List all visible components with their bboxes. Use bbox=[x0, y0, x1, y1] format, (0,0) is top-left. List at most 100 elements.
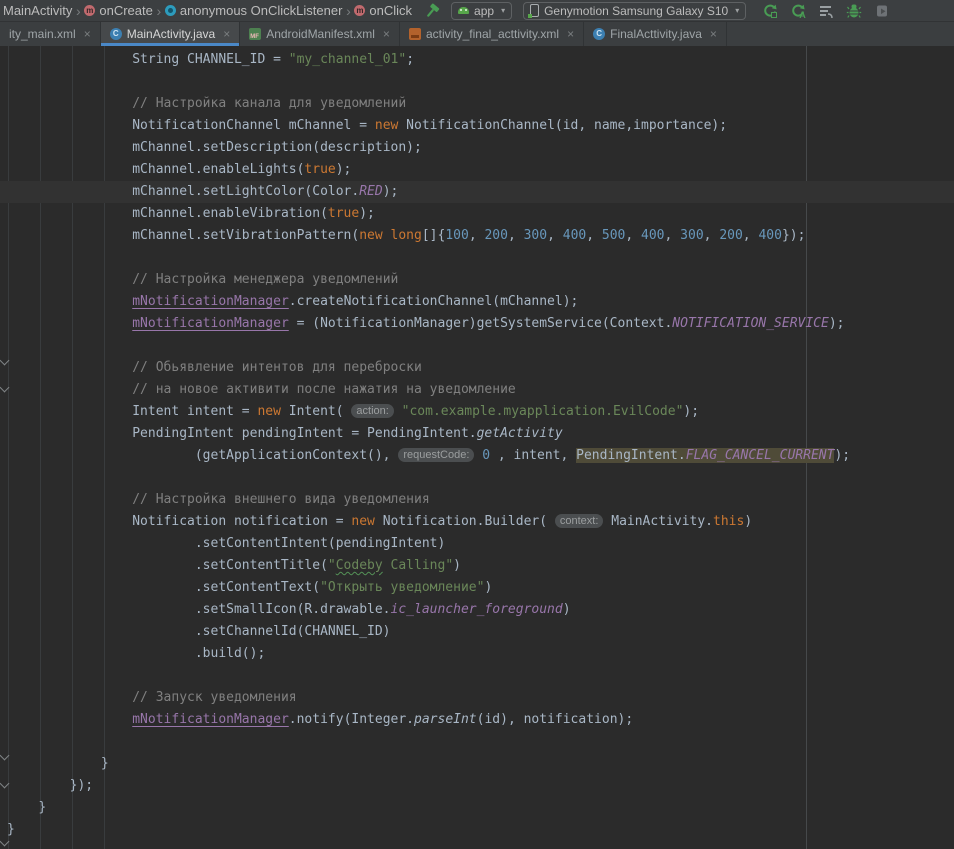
code-line[interactable]: mNotificationManager.createNotificationC… bbox=[0, 291, 954, 313]
code-token: , bbox=[547, 228, 563, 243]
code-token: NOTIFICATION_SERVICE bbox=[672, 316, 829, 331]
code-line[interactable]: .setContentTitle("Codeby Calling") bbox=[0, 555, 954, 577]
code-line[interactable]: // Настройка внешнего вида уведомления bbox=[0, 489, 954, 511]
code-line[interactable] bbox=[0, 467, 954, 489]
code-line[interactable]: String CHANNEL_ID = "my_channel_01"; bbox=[0, 49, 954, 71]
code-line[interactable]: mChannel.setDescription(description); bbox=[0, 137, 954, 159]
code-line[interactable]: } bbox=[0, 753, 954, 775]
code-line[interactable]: PendingIntent pendingIntent = PendingInt… bbox=[0, 423, 954, 445]
code-area[interactable]: String CHANNEL_ID = "my_channel_01"; // … bbox=[0, 49, 954, 841]
code-line[interactable]: Intent intent = new Intent( action: "com… bbox=[0, 401, 954, 423]
close-icon[interactable] bbox=[567, 27, 574, 41]
close-icon[interactable] bbox=[223, 27, 230, 41]
code-line[interactable]: mChannel.enableLights(true); bbox=[0, 159, 954, 181]
code-token: (getApplicationContext(), bbox=[195, 448, 399, 463]
code-token: 200 bbox=[484, 228, 507, 243]
code-token: FLAG_CANCEL_CURRENT bbox=[686, 448, 835, 463]
code-token: , bbox=[508, 228, 524, 243]
manifest-file-icon bbox=[249, 28, 261, 40]
code-line[interactable]: // на новое активити после нажатия на ув… bbox=[0, 379, 954, 401]
code-line[interactable]: mNotificationManager.notify(Integer.pars… bbox=[0, 709, 954, 731]
code-line[interactable] bbox=[0, 71, 954, 93]
apply-changes-icon[interactable] bbox=[762, 3, 778, 19]
code-token: // Настройка канала для уведомлений bbox=[132, 96, 406, 111]
build-hammer-icon[interactable] bbox=[424, 3, 440, 19]
code-token: }); bbox=[70, 778, 93, 793]
code-token: = (NotificationManager)getSystemService(… bbox=[289, 316, 673, 331]
code-token: mNotificationManager bbox=[132, 316, 289, 331]
code-token: Codeby bbox=[336, 558, 383, 573]
tab-activity-final-acttivity-xml[interactable]: activity_final_acttivity.xml bbox=[400, 22, 584, 46]
code-token bbox=[394, 404, 402, 419]
code-token: } bbox=[101, 756, 109, 771]
code-line[interactable]: Notification notification = new Notifica… bbox=[0, 511, 954, 533]
code-token: "my_channel_01" bbox=[289, 52, 406, 67]
breadcrumb-item-oncreate[interactable]: m onCreate bbox=[84, 3, 152, 18]
code-line[interactable] bbox=[0, 335, 954, 357]
breadcrumb-item-onclick[interactable]: m onClick bbox=[354, 3, 412, 18]
code-token: Intent intent = bbox=[132, 404, 257, 419]
code-line[interactable]: NotificationChannel mChannel = new Notif… bbox=[0, 115, 954, 137]
code-line[interactable]: } bbox=[0, 819, 954, 841]
code-token: ); bbox=[834, 448, 850, 463]
code-line[interactable]: .setSmallIcon(R.drawable.ic_launcher_for… bbox=[0, 599, 954, 621]
code-token: 200 bbox=[719, 228, 742, 243]
tab-activity-main-xml[interactable]: ity_main.xml bbox=[0, 22, 101, 46]
code-token: NotificationChannel(id, name,importance)… bbox=[398, 118, 727, 133]
breadcrumb-separator-icon bbox=[72, 3, 84, 19]
code-line[interactable]: .build(); bbox=[0, 643, 954, 665]
debug-icon[interactable] bbox=[846, 3, 862, 19]
tab-label: AndroidManifest.xml bbox=[266, 27, 375, 41]
code-line[interactable]: // Настройка канала для уведомлений bbox=[0, 93, 954, 115]
code-token: new bbox=[359, 228, 382, 243]
code-line[interactable]: mChannel.enableVibration(true); bbox=[0, 203, 954, 225]
close-icon[interactable] bbox=[84, 27, 91, 41]
code-token: // Настройка внешнего вида уведомления bbox=[132, 492, 429, 507]
code-token: ; bbox=[406, 52, 414, 67]
code-line[interactable] bbox=[0, 247, 954, 269]
code-token: // Запуск уведомления bbox=[132, 690, 296, 705]
tab-label: FinalActtivity.java bbox=[610, 27, 702, 41]
code-token: // Обьявление интентов для переброски bbox=[132, 360, 422, 375]
code-token: // Настройка менеджера уведомлений bbox=[132, 272, 398, 287]
code-line[interactable]: // Настройка менеджера уведомлений bbox=[0, 269, 954, 291]
code-line[interactable] bbox=[0, 665, 954, 687]
code-token: .setSmallIcon(R.drawable. bbox=[195, 602, 391, 617]
chevron-down-icon bbox=[735, 6, 739, 15]
code-line[interactable]: (getApplicationContext(), requestCode: 0… bbox=[0, 445, 954, 467]
code-token: new bbox=[351, 514, 374, 529]
tab-mainactivity-java[interactable]: MainActivity.java bbox=[101, 22, 241, 46]
close-icon[interactable] bbox=[710, 27, 717, 41]
code-line[interactable]: }); bbox=[0, 775, 954, 797]
code-line[interactable]: } bbox=[0, 797, 954, 819]
code-line[interactable]: .setContentText("Открыть уведомление") bbox=[0, 577, 954, 599]
code-line[interactable] bbox=[0, 731, 954, 753]
breadcrumb-item-anonymous-class[interactable]: anonymous OnClickListener bbox=[165, 3, 343, 18]
chevron-down-icon bbox=[501, 6, 505, 15]
breadcrumb-label: anonymous OnClickListener bbox=[180, 3, 343, 18]
code-token: , bbox=[469, 228, 485, 243]
attach-debugger-icon[interactable] bbox=[874, 3, 890, 19]
code-token: ) bbox=[484, 580, 492, 595]
code-token: "com.example.myapplication.EvilCode" bbox=[402, 404, 684, 419]
code-line[interactable]: // Запуск уведомления bbox=[0, 687, 954, 709]
tab-finalacttivity-java[interactable]: FinalActtivity.java bbox=[584, 22, 727, 46]
profiler-icon[interactable] bbox=[818, 3, 834, 19]
apply-code-changes-icon[interactable]: A bbox=[790, 3, 806, 19]
code-line[interactable]: .setContentIntent(pendingIntent) bbox=[0, 533, 954, 555]
code-line[interactable]: // Обьявление интентов для переброски bbox=[0, 357, 954, 379]
code-token: RED bbox=[359, 184, 382, 199]
code-line[interactable]: mNotificationManager = (NotificationMana… bbox=[0, 313, 954, 335]
code-editor[interactable]: String CHANNEL_ID = "my_channel_01"; // … bbox=[0, 46, 954, 849]
device-dropdown[interactable]: Genymotion Samsung Galaxy S10 bbox=[523, 2, 746, 20]
run-configuration-dropdown[interactable]: app bbox=[451, 2, 512, 20]
code-line[interactable]: mChannel.setVibrationPattern(new long[]{… bbox=[0, 225, 954, 247]
tab-androidmanifest-xml[interactable]: AndroidManifest.xml bbox=[240, 22, 400, 46]
code-line[interactable]: .setChannelId(CHANNEL_ID) bbox=[0, 621, 954, 643]
code-token: ); bbox=[829, 316, 845, 331]
breadcrumb-item-class[interactable]: MainActivity bbox=[3, 3, 72, 18]
breadcrumb-label: MainActivity bbox=[3, 3, 72, 18]
anonymous-class-icon bbox=[165, 5, 176, 16]
code-line[interactable]: mChannel.setLightColor(Color.RED); bbox=[0, 181, 954, 203]
close-icon[interactable] bbox=[383, 27, 390, 41]
